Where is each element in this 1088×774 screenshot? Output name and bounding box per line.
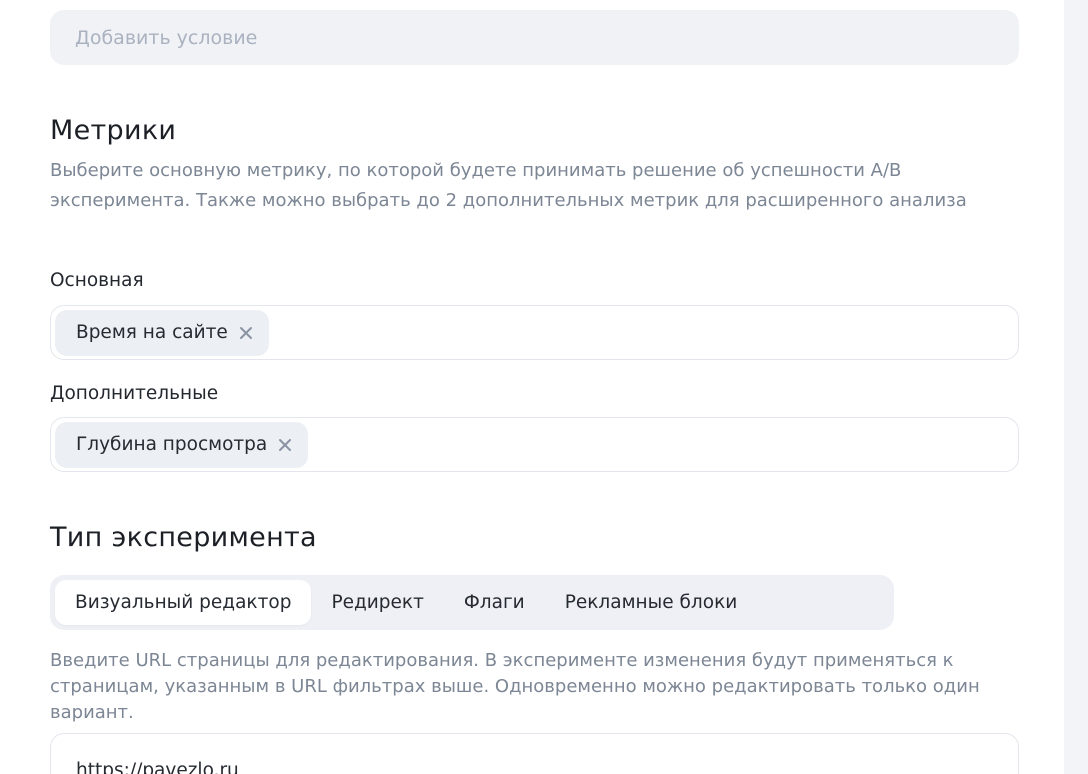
primary-metric-select[interactable]: Время на сайте [50,305,1019,360]
tab-redirect[interactable]: Редирект [311,580,443,625]
tab-visual-editor[interactable]: Визуальный редактор [55,580,312,625]
metrics-title: Метрики [50,115,177,146]
chip-label: Время на сайте [76,322,228,343]
chip-label: Глубина просмотра [76,434,268,455]
tab-ad-blocks[interactable]: Рекламные блоки [545,580,758,625]
additional-metrics-label: Дополнительные [50,383,219,404]
close-icon[interactable] [277,437,293,453]
experiment-type-description: Введите URL страницы для редактирования.… [50,650,980,723]
close-icon[interactable] [238,325,254,341]
page-url-input[interactable] [50,733,1019,774]
primary-metric-label: Основная [50,270,144,291]
tab-flags[interactable]: Флаги [444,580,545,625]
primary-metric-chip: Время на сайте [55,309,269,356]
additional-metrics-select[interactable]: Глубина просмотра [50,417,1019,472]
metrics-description: Выберите основную метрику, по которой бу… [50,160,967,211]
add-condition-input[interactable]: Добавить условие [50,10,1019,65]
additional-metric-chip: Глубина просмотра [55,421,309,468]
experiment-settings-card: Добавить условие Метрики Выберите основн… [0,0,1064,774]
experiment-type-title: Тип эксперимента [50,522,317,553]
page-background-strip [1064,0,1088,774]
experiment-type-tabs: Визуальный редактор Редирект Флаги Рекла… [50,575,894,630]
add-condition-placeholder: Добавить условие [75,26,258,49]
